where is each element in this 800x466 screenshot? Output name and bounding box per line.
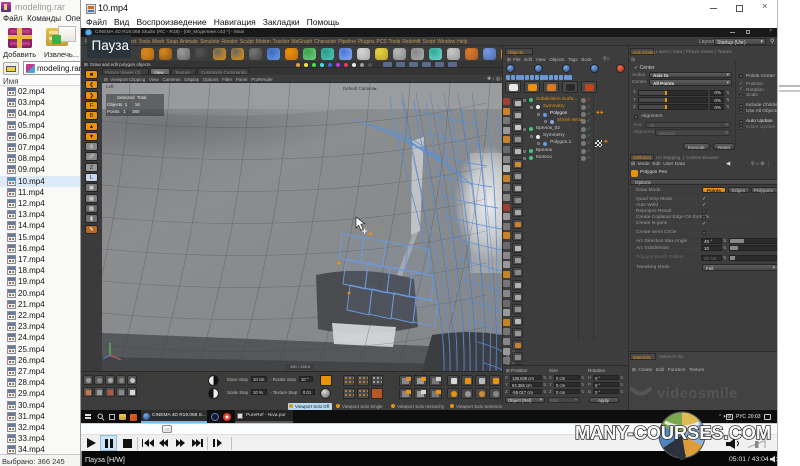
svg-text:videosmile: videosmile <box>657 386 738 402</box>
svg-text:MANY-COURSES.COM: MANY-COURSES.COM <box>575 423 771 443</box>
